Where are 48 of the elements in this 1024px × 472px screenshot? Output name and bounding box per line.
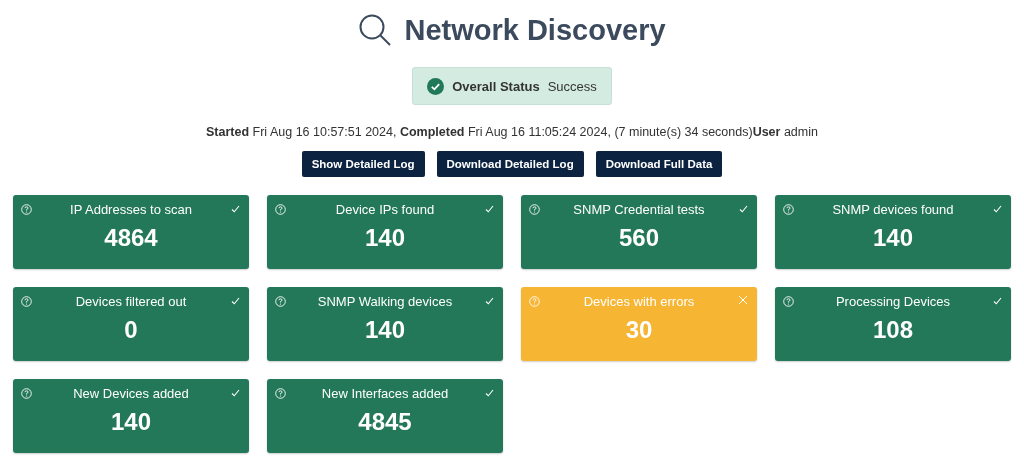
help-icon[interactable] (21, 204, 32, 215)
help-icon[interactable] (783, 204, 794, 215)
card-value: 140 (110, 408, 151, 436)
check-icon (485, 389, 494, 397)
action-button[interactable]: Show Detailed Log (301, 151, 425, 177)
card-label: Device IPs found (335, 202, 435, 217)
action-button[interactable]: Download Full Data (595, 151, 723, 177)
status-value: Success (547, 78, 597, 94)
check-circle-icon (427, 77, 445, 95)
page-title: Network Discovery (404, 13, 666, 47)
help-icon[interactable] (529, 204, 540, 215)
help-icon[interactable] (21, 388, 32, 399)
check-icon (993, 297, 1002, 305)
card-label: SNMP devices found (832, 202, 954, 217)
check-icon (993, 205, 1002, 213)
card-label: IP Addresses to scan (70, 202, 192, 217)
action-button[interactable]: Download Detailed Log (436, 151, 584, 177)
help-icon[interactable] (275, 296, 286, 307)
card-value: 0 (124, 316, 138, 344)
help-icon[interactable] (21, 296, 32, 307)
help-icon[interactable] (783, 296, 794, 307)
check-icon (485, 297, 494, 305)
check-icon (739, 205, 748, 213)
card-label: Processing Devices (835, 294, 951, 309)
card-value: 4845 (358, 408, 412, 436)
check-icon (231, 297, 240, 305)
check-icon (231, 389, 240, 397)
card-value: 560 (618, 224, 659, 252)
card-label: New Devices added (73, 386, 189, 401)
card-value: 30 (625, 316, 653, 344)
check-icon (485, 205, 494, 213)
card-label: New Interfaces added (321, 386, 449, 401)
help-icon[interactable] (275, 204, 286, 215)
card-label: SNMP Walking devices (317, 294, 453, 309)
check-icon (231, 205, 240, 213)
run-info: Started Fri Aug 16 10:57:51 2024, Completed Fri Aug 16 11:05:24 2024, (7 minute(s) 34 seconds)User admin (206, 125, 818, 140)
status-label: Overall Status (452, 78, 540, 94)
card-value: 4864 (104, 224, 158, 252)
card-value: 140 (364, 224, 405, 252)
search-icon (358, 13, 393, 47)
card-value: 140 (872, 224, 913, 252)
card-value: 108 (872, 316, 913, 344)
help-icon[interactable] (275, 388, 286, 399)
card-value: 140 (364, 316, 405, 344)
card-label: Devices with errors (583, 294, 695, 309)
card-label: Devices filtered out (75, 294, 187, 309)
card-label: SNMP Credential tests (573, 202, 705, 217)
close-icon[interactable] (738, 295, 748, 305)
